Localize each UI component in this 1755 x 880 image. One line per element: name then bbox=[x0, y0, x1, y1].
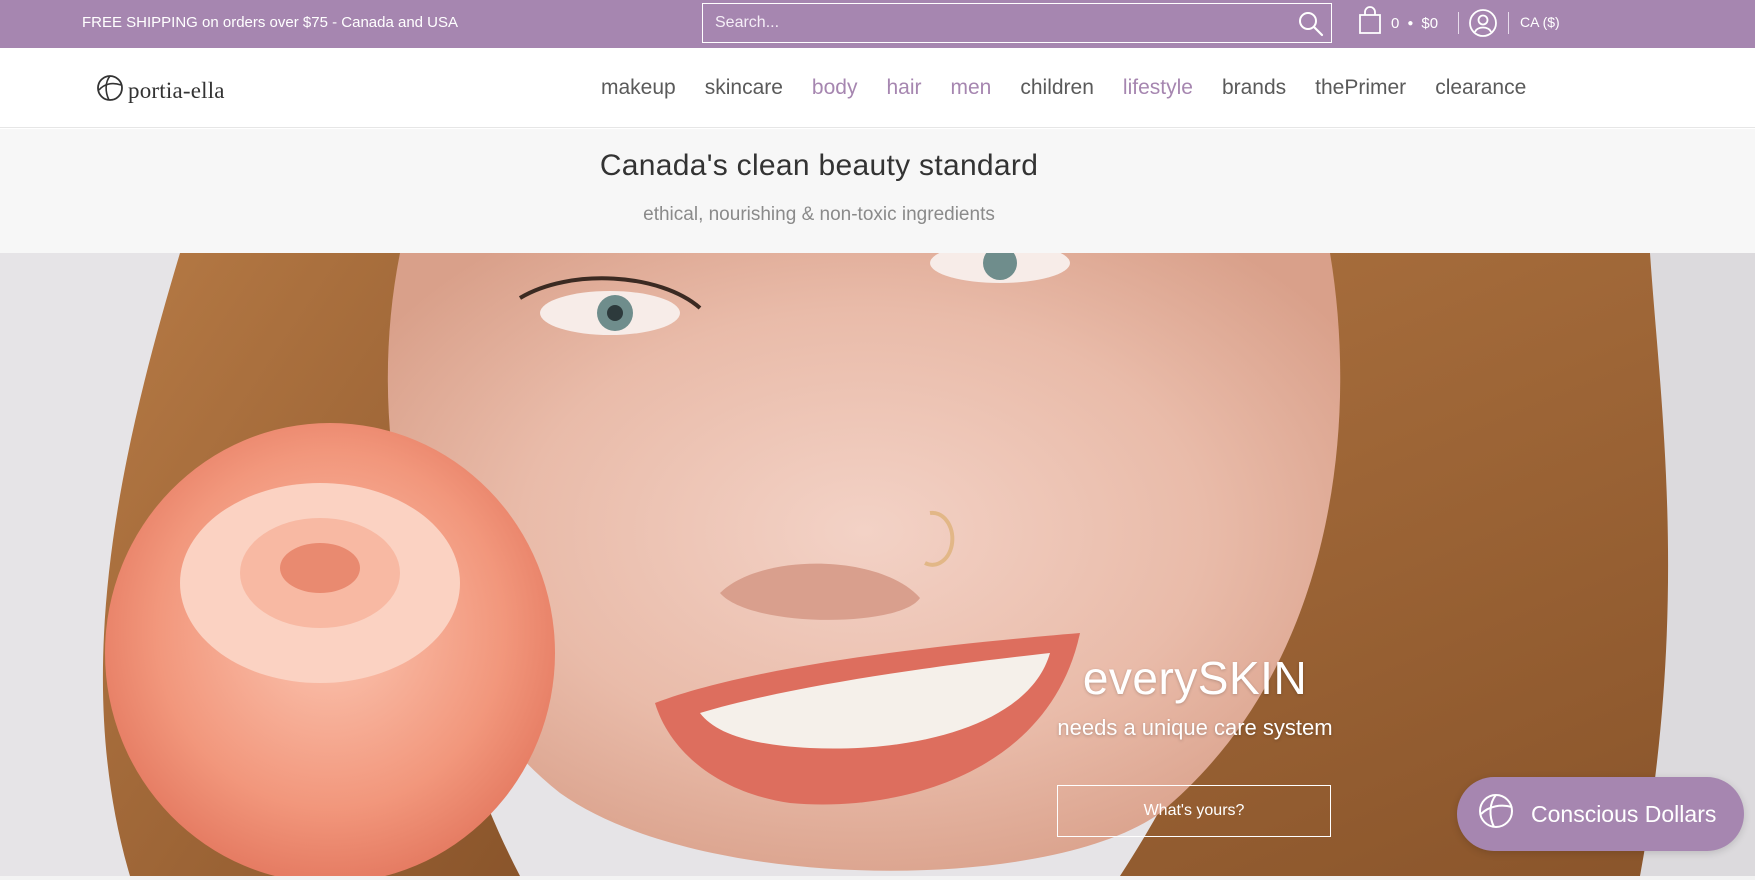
conscious-dollars-button[interactable]: Conscious Dollars bbox=[1457, 777, 1744, 851]
tagline-subtitle: ethical, nourishing & non-toxic ingredie… bbox=[643, 204, 995, 225]
site-header: portia-ella makeup skincare body hair me… bbox=[0, 48, 1755, 128]
site-logo[interactable]: portia-ella bbox=[96, 74, 225, 107]
nav-hair[interactable]: hair bbox=[886, 76, 921, 100]
nav-children[interactable]: children bbox=[1020, 76, 1094, 100]
tagline-title: Canada's clean beauty standard bbox=[599, 149, 1039, 182]
nav-lifestyle[interactable]: lifestyle bbox=[1123, 76, 1193, 100]
whats-yours-button[interactable]: What's yours? bbox=[1057, 785, 1331, 837]
hero-title: everySKIN bbox=[1082, 652, 1308, 704]
nav-men[interactable]: men bbox=[951, 76, 992, 100]
nav-body[interactable]: body bbox=[812, 76, 858, 100]
free-shipping-text: FREE SHIPPING on orders over $75 - Canad… bbox=[82, 14, 459, 31]
page-bottom-strip bbox=[0, 876, 1755, 880]
cart-separator-dot: ● bbox=[1407, 17, 1414, 29]
search-box[interactable] bbox=[702, 3, 1332, 43]
nav-brands[interactable]: brands bbox=[1222, 76, 1286, 100]
cart-icon bbox=[1357, 6, 1383, 40]
hero-subtitle: needs a unique care system bbox=[1057, 715, 1333, 740]
conscious-dollars-label: Conscious Dollars bbox=[1531, 800, 1717, 827]
search-input[interactable] bbox=[703, 4, 1273, 42]
announcement-bar: FREE SHIPPING on orders over $75 - Canad… bbox=[0, 0, 1755, 48]
nav-theprimer[interactable]: thePrimer bbox=[1315, 76, 1406, 100]
rewards-icon bbox=[1477, 792, 1515, 836]
cart-total: $0 bbox=[1421, 14, 1439, 32]
user-icon[interactable] bbox=[1468, 8, 1498, 38]
currency-selector[interactable]: CA ($) bbox=[1520, 14, 1560, 30]
cart-button[interactable]: 0 ● $0 bbox=[1357, 6, 1439, 40]
nav-skincare[interactable]: skincare bbox=[705, 76, 783, 100]
nav-makeup[interactable]: makeup bbox=[601, 76, 676, 100]
logo-text: portia-ella bbox=[128, 77, 225, 103]
tagline-band: Canada's clean beauty standard ethical, … bbox=[0, 129, 1755, 253]
divider bbox=[1508, 12, 1509, 34]
cart-count: 0 bbox=[1391, 14, 1400, 32]
main-nav: makeup skincare body hair men children l… bbox=[601, 76, 1526, 100]
nav-clearance[interactable]: clearance bbox=[1435, 76, 1526, 100]
search-icon[interactable] bbox=[1297, 10, 1325, 38]
logo-mark-icon bbox=[96, 74, 124, 107]
divider bbox=[1458, 12, 1459, 34]
